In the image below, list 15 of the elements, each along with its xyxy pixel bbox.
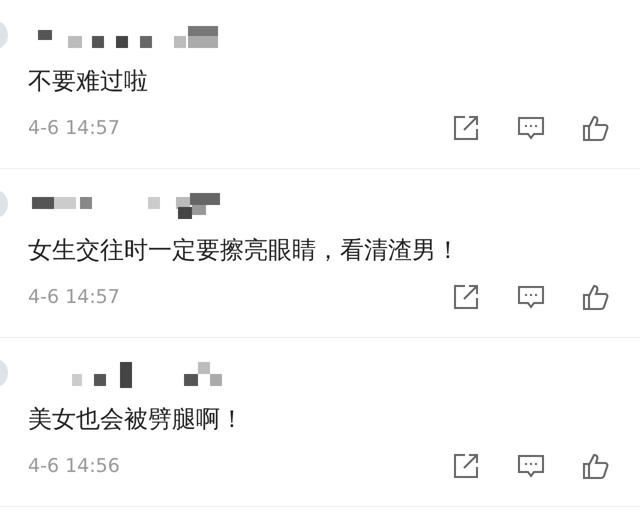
comment-text: 美女也会被劈腿啊！ bbox=[28, 404, 245, 435]
thumbs-up-icon[interactable] bbox=[582, 114, 610, 142]
comment-icon[interactable] bbox=[517, 114, 545, 142]
comment-text: 女生交往时一定要擦亮眼睛，看清渣男！ bbox=[28, 235, 461, 266]
share-icon[interactable] bbox=[452, 452, 480, 480]
comment-time: 4-6 14:57 bbox=[28, 286, 121, 308]
share-icon[interactable] bbox=[452, 283, 480, 311]
comment-icon[interactable] bbox=[517, 452, 545, 480]
comment-text: 不要难过啦 bbox=[28, 66, 149, 97]
comment-time: 4-6 14:56 bbox=[28, 455, 121, 477]
comment-time: 4-6 14:57 bbox=[28, 117, 121, 139]
comment-icon[interactable] bbox=[517, 283, 545, 311]
thumbs-up-icon[interactable] bbox=[582, 283, 610, 311]
share-icon[interactable] bbox=[452, 114, 480, 142]
thumbs-up-icon[interactable] bbox=[582, 452, 610, 480]
